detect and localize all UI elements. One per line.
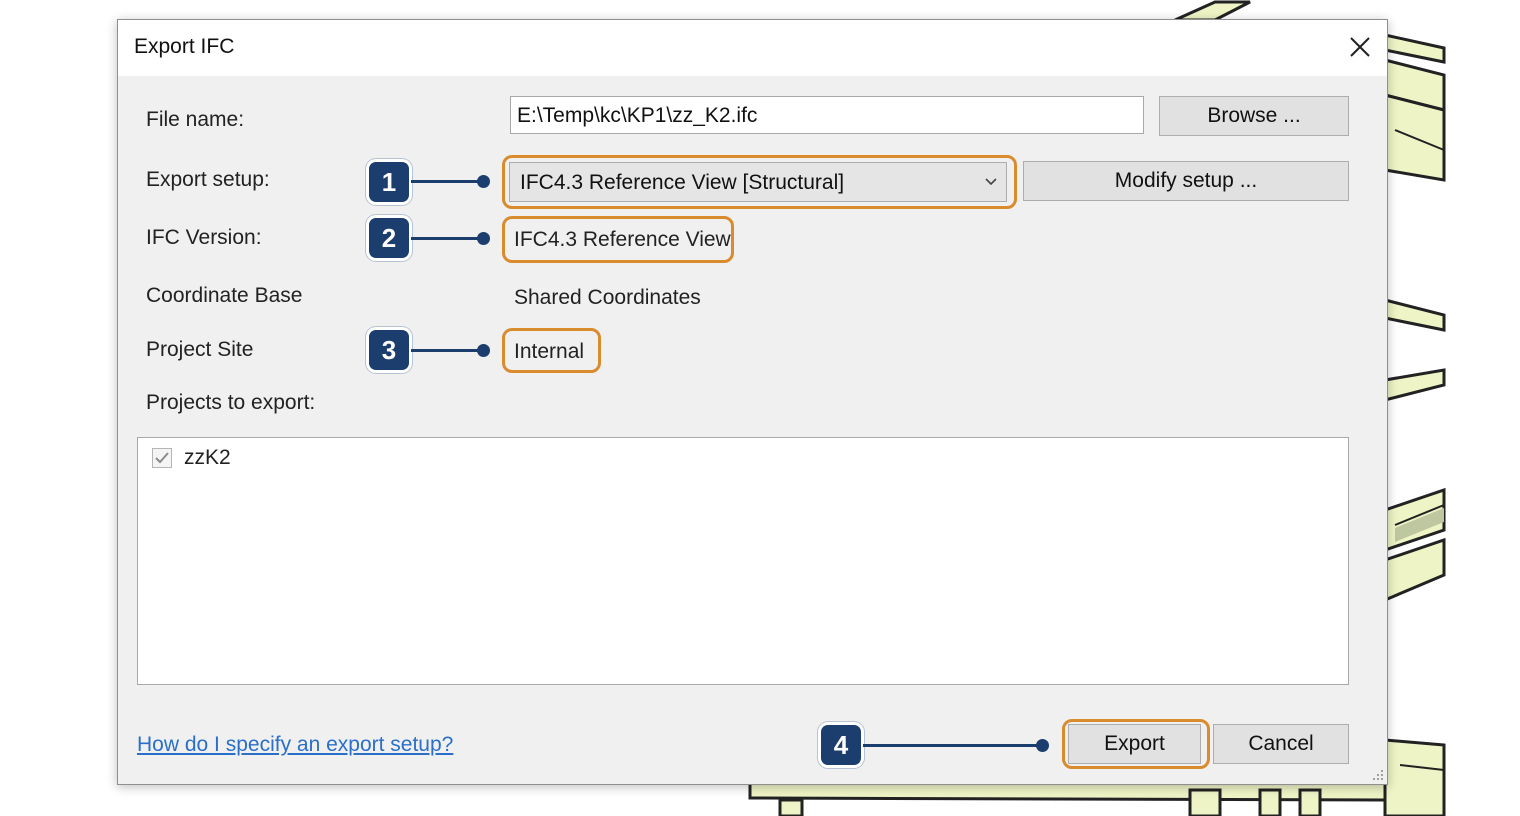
cancel-button[interactable]: Cancel bbox=[1213, 724, 1349, 764]
project-site-label: Project Site bbox=[146, 338, 254, 361]
projects-listbox[interactable]: zzK2 bbox=[137, 437, 1349, 685]
file-name-label: File name: bbox=[146, 108, 245, 131]
export-ifc-dialog: Export IFC File name: E:\Temp\kc\KP1\zz_… bbox=[117, 19, 1388, 785]
callout-3-dot bbox=[477, 344, 490, 357]
modify-setup-button[interactable]: Modify setup ... bbox=[1023, 161, 1349, 201]
project-site-value: Internal bbox=[514, 340, 585, 363]
export-setup-value: IFC4.3 Reference View [Structural] bbox=[520, 171, 845, 194]
browse-button[interactable]: Browse ... bbox=[1159, 96, 1349, 136]
coordinate-base-value: Shared Coordinates bbox=[514, 286, 701, 309]
projects-to-export-label: Projects to export: bbox=[146, 391, 316, 414]
ifc-version-value: IFC4.3 Reference View bbox=[514, 228, 731, 251]
callout-2-leader bbox=[411, 237, 481, 240]
dialog-title: Export IFC bbox=[134, 35, 235, 58]
callout-4-leader bbox=[863, 744, 1039, 747]
title-bar: Export IFC bbox=[118, 20, 1387, 76]
callout-1-dot bbox=[477, 175, 490, 188]
project-checkbox[interactable] bbox=[152, 448, 172, 468]
callout-1: 1 bbox=[369, 162, 409, 202]
export-setup-label: Export setup: bbox=[146, 168, 270, 191]
callout-2-dot bbox=[477, 232, 490, 245]
callout-4-dot bbox=[1036, 739, 1049, 752]
project-name: zzK2 bbox=[184, 446, 231, 469]
export-setup-dropdown[interactable]: IFC4.3 Reference View [Structural] bbox=[509, 162, 1007, 202]
export-button[interactable]: Export bbox=[1068, 724, 1201, 764]
callout-1-leader bbox=[411, 180, 481, 183]
resize-grip-icon[interactable] bbox=[1370, 767, 1384, 781]
callout-2: 2 bbox=[369, 218, 409, 258]
callout-3: 3 bbox=[369, 330, 409, 370]
help-link[interactable]: How do I specify an export setup? bbox=[137, 733, 453, 757]
callout-4: 4 bbox=[821, 725, 861, 765]
file-name-input[interactable]: E:\Temp\kc\KP1\zz_K2.ifc bbox=[510, 96, 1144, 134]
callout-3-leader bbox=[411, 349, 481, 352]
ifc-version-label: IFC Version: bbox=[146, 226, 262, 249]
coordinate-base-label: Coordinate Base bbox=[146, 284, 303, 307]
checkmark-icon bbox=[155, 452, 169, 464]
chevron-down-icon bbox=[985, 178, 997, 186]
close-button[interactable] bbox=[1343, 30, 1377, 64]
close-icon bbox=[1350, 37, 1370, 57]
